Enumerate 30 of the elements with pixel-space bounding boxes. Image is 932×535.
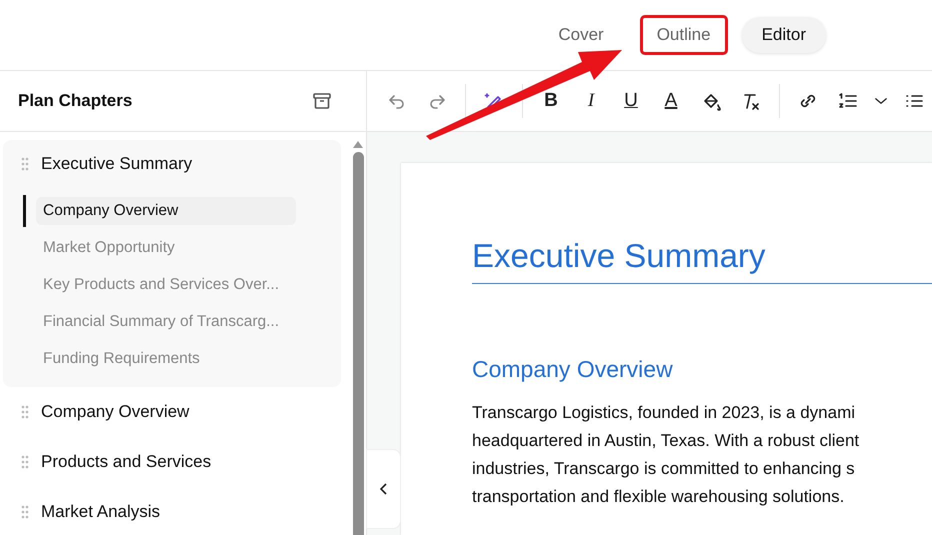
chapter-item[interactable]: Company Overview: [41, 402, 190, 422]
sidebar-title: Plan Chapters: [18, 91, 132, 111]
drag-handle-icon[interactable]: [21, 505, 29, 519]
paragraph-line: Transcargo Logistics, founded in 2023, is a dynami: [472, 402, 856, 424]
drag-handle-icon[interactable]: [21, 455, 29, 469]
archive-icon[interactable]: [312, 91, 332, 111]
section-heading: Company Overview: [472, 356, 674, 383]
document-title: Executive Summary: [472, 237, 932, 284]
chevron-down-icon: [875, 98, 887, 104]
section-item[interactable]: Company Overview: [36, 196, 296, 224]
paragraph-line: headquartered in Austin, Texas. With a robust client: [472, 430, 860, 452]
scrollbar-thumb[interactable]: [352, 152, 364, 535]
format-button[interactable]: I: [573, 85, 609, 117]
paragraph-line: transportation and flexible warehousing solutions.: [472, 486, 846, 508]
numbered-list-icon: [838, 91, 858, 111]
scroll-up-icon[interactable]: [352, 140, 364, 148]
format-button[interactable]: B: [533, 85, 569, 117]
active-indicator: [23, 194, 26, 226]
format-button[interactable]: U: [613, 85, 649, 117]
view-tab[interactable]: Editor: [742, 17, 826, 53]
view-tab[interactable]: Cover: [556, 23, 606, 47]
format-button[interactable]: A: [653, 85, 689, 117]
view-tab[interactable]: Outline: [640, 15, 728, 55]
drag-handle-icon[interactable]: [21, 157, 29, 171]
chapter-item[interactable]: Market Analysis: [41, 502, 160, 522]
paragraph-line: industries, Transcargo is committed to enhancing s: [472, 458, 856, 480]
chevron-left-icon: [378, 481, 388, 497]
chapter-item[interactable]: Products and Services: [41, 452, 212, 472]
drag-handle-icon[interactable]: [21, 405, 29, 419]
chapter-item[interactable]: Executive Summary: [41, 154, 192, 174]
